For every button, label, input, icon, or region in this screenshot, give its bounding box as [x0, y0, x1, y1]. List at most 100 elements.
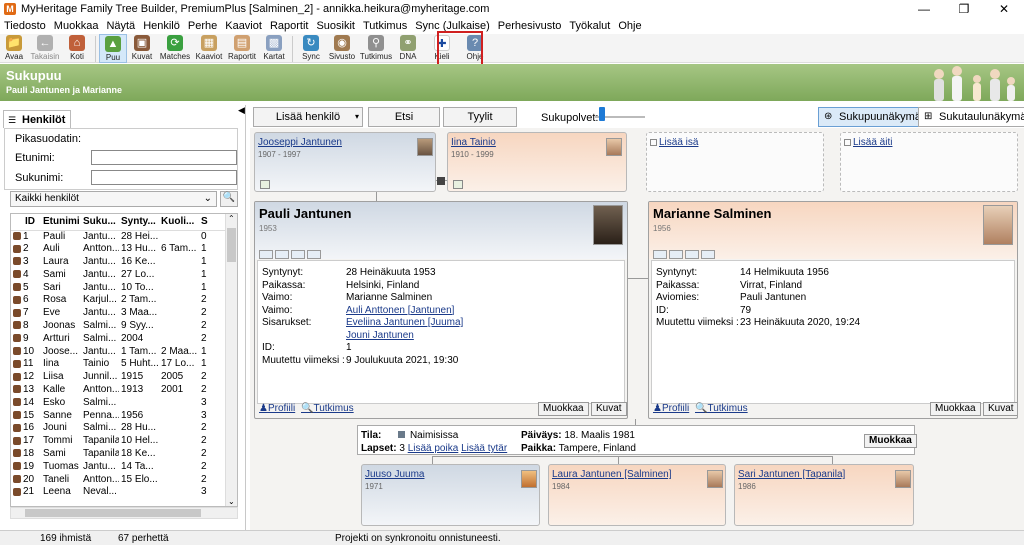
- child-card-2[interactable]: Laura Jantunen [Salminen] 1984: [548, 464, 726, 526]
- table-row[interactable]: 3 Laura Jantu... 16 Ke... 1: [11, 256, 227, 269]
- menu-perhesivusto[interactable]: Perhesivusto: [498, 20, 562, 32]
- pauli-photo[interactable]: [593, 205, 623, 245]
- add-person-button[interactable]: Lisää henkilö ▾: [253, 107, 363, 127]
- info-tab-icon[interactable]: [259, 250, 273, 259]
- photos-tab-icon[interactable]: [669, 250, 683, 259]
- notes-tab-icon[interactable]: [701, 250, 715, 259]
- column-header[interactable]: Suku...: [81, 214, 119, 231]
- mother-card[interactable]: Iina Tainio 1910 - 1999: [447, 132, 627, 192]
- column-header[interactable]: Synty...: [119, 214, 159, 231]
- table-row[interactable]: 6 Rosa Karjul... 2 Tam... 2: [11, 294, 227, 307]
- toolbar-tutkimus-button[interactable]: ⚲ Tutkimus: [358, 34, 394, 63]
- child-photo[interactable]: [707, 470, 723, 488]
- child-photo[interactable]: [521, 470, 537, 488]
- table-row[interactable]: 17 Tommi Tapanila 10 Hel... 2: [11, 435, 227, 448]
- table-row[interactable]: 10 Joose... Jantu... 1 Tam... 2 Maa... 1: [11, 346, 227, 359]
- events-tab-icon[interactable]: [685, 250, 699, 259]
- column-header[interactable]: S: [199, 214, 227, 231]
- table-row[interactable]: 5 Sari Jantu... 10 To... 1: [11, 282, 227, 295]
- table-row[interactable]: 21 Leena Neval... 3: [11, 486, 227, 499]
- mother-name[interactable]: Iina Tainio: [451, 137, 496, 148]
- table-row[interactable]: 18 Sami Tapanila 18 Ke... 2: [11, 448, 227, 461]
- table-row[interactable]: 9 Artturi Salmi... 2004 2: [11, 333, 227, 346]
- last-name-input[interactable]: [91, 170, 237, 185]
- child-name[interactable]: Sari Jantunen [Tapanila]: [738, 469, 845, 480]
- add-mother-link[interactable]: Lisää äiti: [844, 137, 892, 148]
- table-row[interactable]: 11 Iina Tainio 5 Huht... 17 Lo... 1: [11, 358, 227, 371]
- marianne-edit-button[interactable]: Muokkaa: [930, 402, 981, 416]
- toolbar-sivusto-button[interactable]: ◉ Sivusto: [326, 34, 358, 63]
- menu-tyokalut[interactable]: Työkalut: [569, 20, 610, 32]
- toolbar-kuvat-button[interactable]: ▣ Kuvat: [127, 34, 157, 63]
- child-photo[interactable]: [895, 470, 911, 488]
- info-tab-icon[interactable]: [653, 250, 667, 259]
- father-card[interactable]: Jooseppi Jantunen 1907 - 1997: [254, 132, 436, 192]
- toolbar-kaaviot-button[interactable]: ▦ Kaaviot: [193, 34, 225, 63]
- menu-henkilo[interactable]: Henkilö: [143, 20, 180, 32]
- minimize-icon[interactable]: —: [904, 0, 944, 18]
- menu-ohje[interactable]: Ohje: [618, 20, 641, 32]
- toolbar-avaa-button[interactable]: 📁 Avaa: [0, 34, 28, 63]
- menu-perhe[interactable]: Perhe: [188, 20, 217, 32]
- close-icon[interactable]: ✕: [984, 0, 1024, 18]
- child-name[interactable]: Juuso Juuma: [365, 469, 424, 480]
- scroll-up-icon[interactable]: ⌃: [228, 214, 235, 223]
- pauli-card[interactable]: Pauli Jantunen 1953 Syntynyt: 28 Heinäkuu…: [254, 201, 628, 419]
- menu-tiedosto[interactable]: Tiedosto: [4, 20, 46, 32]
- pauli-photos-button[interactable]: Kuvat: [591, 402, 627, 416]
- scroll-thumb[interactable]: [227, 228, 236, 262]
- pauli-research-link[interactable]: 🔍Tutkimus: [301, 403, 354, 414]
- marianne-photo[interactable]: [983, 205, 1013, 245]
- toolbar-koti-button[interactable]: ⌂ Koti: [62, 34, 92, 63]
- vertical-scrollbar[interactable]: ⌃ ⌄: [225, 214, 237, 506]
- column-header[interactable]: Kuoli...: [159, 214, 199, 231]
- menu-muokkaa[interactable]: Muokkaa: [54, 20, 99, 32]
- toolbar-takaisin-button[interactable]: ← Takaisin: [28, 34, 62, 63]
- add-father-card[interactable]: Lisää isä: [646, 132, 824, 192]
- add-daughter-link[interactable]: Lisää tytär: [461, 443, 507, 454]
- toolbar-sync-button[interactable]: ↻ Sync: [296, 34, 326, 63]
- child-name[interactable]: Laura Jantunen [Salminen]: [552, 469, 672, 480]
- toolbar-matches-button[interactable]: ⟳ Matches: [157, 34, 193, 63]
- menu-tutkimus[interactable]: Tutkimus: [363, 20, 407, 32]
- tab-henkilot[interactable]: ☰ Henkilöt: [3, 110, 71, 128]
- toolbar-kartat-button[interactable]: ▩ Kartat: [259, 34, 289, 63]
- add-father-link[interactable]: Lisää isä: [650, 137, 698, 148]
- marianne-photos-button[interactable]: Kuvat: [983, 402, 1017, 416]
- hscroll-thumb[interactable]: [25, 509, 201, 517]
- column-header[interactable]: Etunimi: [41, 214, 81, 231]
- menu-nayta[interactable]: Näytä: [106, 20, 135, 32]
- union-edit-button[interactable]: Muokkaa: [864, 434, 917, 448]
- father-name[interactable]: Jooseppi Jantunen: [258, 137, 342, 148]
- marianne-card[interactable]: Marianne Salminen 1956 Syntynyt: 14 Helmi…: [648, 201, 1018, 419]
- marianne-research-link[interactable]: 🔍Tutkimus: [695, 403, 748, 414]
- table-row[interactable]: 4 Sami Jantu... 27 Lo... 1: [11, 269, 227, 282]
- styles-button[interactable]: Tyylit: [443, 107, 517, 127]
- scroll-down-icon[interactable]: ⌄: [228, 497, 235, 506]
- toolbar-puu-button[interactable]: ▲ Puu: [99, 34, 127, 63]
- horizontal-scrollbar[interactable]: [10, 507, 238, 519]
- column-header[interactable]: ID: [11, 214, 41, 231]
- family-tree-icon[interactable]: [260, 180, 270, 189]
- pauli-profile-link[interactable]: ♟Profiili: [259, 403, 295, 414]
- add-mother-card[interactable]: Lisää äiti: [840, 132, 1018, 192]
- people-filter-select[interactable]: Kaikki henkilöt ⌄: [10, 191, 217, 207]
- table-row[interactable]: 15 Sanne Penna... 1956 3: [11, 410, 227, 423]
- table-row[interactable]: 2 Auli Antton... 13 Hu... 6 Tam... 1: [11, 243, 227, 256]
- family-tree-icon[interactable]: [453, 180, 463, 189]
- search-icon[interactable]: 🔍: [220, 191, 238, 207]
- detail-value[interactable]: Jouni Jantunen: [346, 330, 414, 341]
- add-son-link[interactable]: Lisää poika: [408, 443, 459, 454]
- detail-value[interactable]: Auli Anttonen [Jantunen]: [346, 305, 454, 316]
- child-card-3[interactable]: Sari Jantunen [Tapanila] 1986: [734, 464, 914, 526]
- toolbar-dna-button[interactable]: ⚭ DNA: [394, 34, 422, 63]
- table-row[interactable]: 14 Esko Salmi... 3: [11, 397, 227, 410]
- table-row[interactable]: 13 Kalle Antton... 1913 2001 2: [11, 384, 227, 397]
- child-card-1[interactable]: Juuso Juuma 1971: [361, 464, 540, 526]
- toolbar-raportit-button[interactable]: ▤ Raportit: [225, 34, 259, 63]
- table-row[interactable]: 20 Taneli Antton... 15 Elo... 2: [11, 474, 227, 487]
- table-row[interactable]: 19 Tuomas Jantu... 14 Ta... 2: [11, 461, 227, 474]
- search-button[interactable]: Etsi: [368, 107, 440, 127]
- table-row[interactable]: 7 Eve Jantu... 3 Maa... 2: [11, 307, 227, 320]
- detail-value[interactable]: Eveliina Jantunen [Juuma]: [346, 317, 463, 328]
